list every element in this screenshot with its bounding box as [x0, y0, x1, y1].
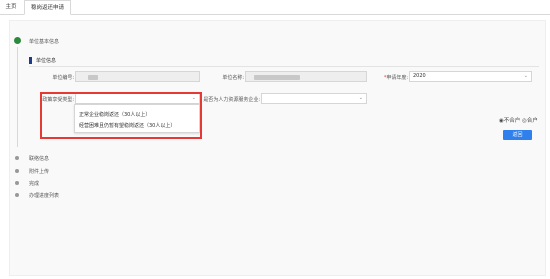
year-label: *申请年度:	[383, 75, 408, 81]
tab-stable-job-refund[interactable]: 稳岗返还申请	[24, 0, 71, 15]
steps-connector	[17, 47, 18, 147]
merge-household-radio-group[interactable]: ◉不合户 ◎合户	[499, 116, 538, 124]
unit-name-field	[245, 71, 367, 82]
main-panel	[9, 20, 546, 276]
hr-service-select[interactable]: ⌄	[261, 93, 367, 104]
section-marker	[29, 57, 32, 64]
redacted-value	[88, 75, 98, 80]
step-contact-info[interactable]: 联络信息	[29, 155, 49, 162]
chevron-down-icon: ⌄	[358, 95, 363, 101]
step-dot-icon	[15, 193, 19, 197]
hr-service-label: 是否为人力资源服务企业:	[203, 97, 260, 103]
step-dot-icon	[15, 156, 19, 160]
step-dot-icon	[15, 169, 19, 173]
step-complete[interactable]: 完成	[29, 180, 39, 187]
step-current-indicator-icon	[14, 37, 21, 44]
year-select[interactable]: 2020 ⌄	[409, 71, 532, 82]
unit-code-label: 单位编号:	[52, 75, 74, 81]
step-progress-list[interactable]: 办理进度列表	[29, 192, 59, 199]
tab-bar: 主页 稳岗返还申请	[0, 0, 550, 15]
step-attachment-upload[interactable]: 附件上传	[29, 168, 49, 175]
unit-code-field	[75, 71, 200, 82]
chevron-down-icon: ⌄	[523, 73, 528, 79]
tab-home[interactable]: 主页	[0, 0, 22, 14]
year-value: 2020	[413, 73, 426, 79]
unit-name-label: 单位名称:	[222, 75, 244, 81]
step-dot-icon	[15, 181, 19, 185]
back-button[interactable]: 返回	[503, 130, 532, 140]
section-divider	[29, 66, 539, 67]
step-unit-info[interactable]: 单位基本信息	[29, 38, 59, 45]
section-title: 单位信息	[36, 58, 57, 64]
redacted-value	[254, 75, 300, 80]
highlight-box	[40, 92, 202, 139]
